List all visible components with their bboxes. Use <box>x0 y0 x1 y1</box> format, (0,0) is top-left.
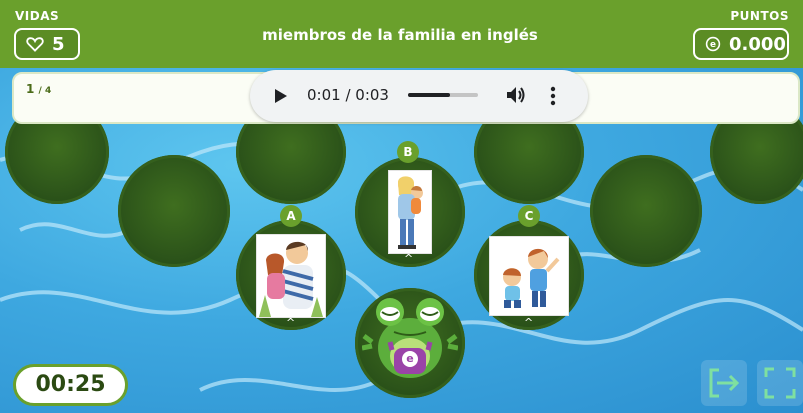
play-icon[interactable] <box>275 89 287 103</box>
svg-text:e: e <box>710 40 716 50</box>
fullscreen-button[interactable] <box>757 360 803 406</box>
option-b-caret: ^ <box>404 252 414 265</box>
option-c-card[interactable] <box>489 236 569 316</box>
mom-and-baby-image <box>397 176 423 249</box>
countdown-timer: 00:25 <box>13 364 128 406</box>
audio-seek-bar[interactable] <box>408 93 478 97</box>
frog-icon <box>362 298 458 378</box>
option-a-caret: ^ <box>286 316 296 329</box>
option-b-badge: B <box>397 141 419 163</box>
fullscreen-icon <box>764 367 796 399</box>
more-options-icon[interactable] <box>550 86 556 106</box>
lily-pad <box>590 155 702 267</box>
lily-pad <box>118 155 230 267</box>
lives-value: 5 <box>52 33 65 55</box>
option-c-badge: C <box>518 205 540 227</box>
audio-player: 0:01 / 0:03 <box>250 70 588 122</box>
game-title: miembros de la familia en inglés <box>262 26 538 44</box>
points-counter: e 0.000 <box>693 28 789 60</box>
option-b-card[interactable] <box>388 170 432 254</box>
lives-label: VIDAS <box>15 9 60 23</box>
option-a-card[interactable] <box>256 234 326 318</box>
volume-icon[interactable] <box>506 85 528 105</box>
exit-button[interactable] <box>701 360 747 406</box>
audio-time: 0:01 / 0:03 <box>307 86 389 104</box>
coin-icon: e <box>705 36 721 52</box>
two-boys-image <box>503 248 560 308</box>
lives-counter: 5 <box>14 28 80 60</box>
dad-and-daughter-image <box>259 241 323 317</box>
option-c-caret: ^ <box>524 316 534 329</box>
points-value: 0.000 <box>729 33 786 55</box>
question-progress: 1 / 4 <box>26 82 51 96</box>
question-total: / 4 <box>38 86 52 96</box>
player-letter: e <box>402 351 418 367</box>
option-a-badge: A <box>280 205 302 227</box>
question-current: 1 <box>26 82 35 96</box>
audio-progress-fill <box>408 93 450 97</box>
exit-icon <box>709 368 740 398</box>
points-label: PUNTOS <box>730 9 789 23</box>
heart-icon <box>26 37 44 52</box>
